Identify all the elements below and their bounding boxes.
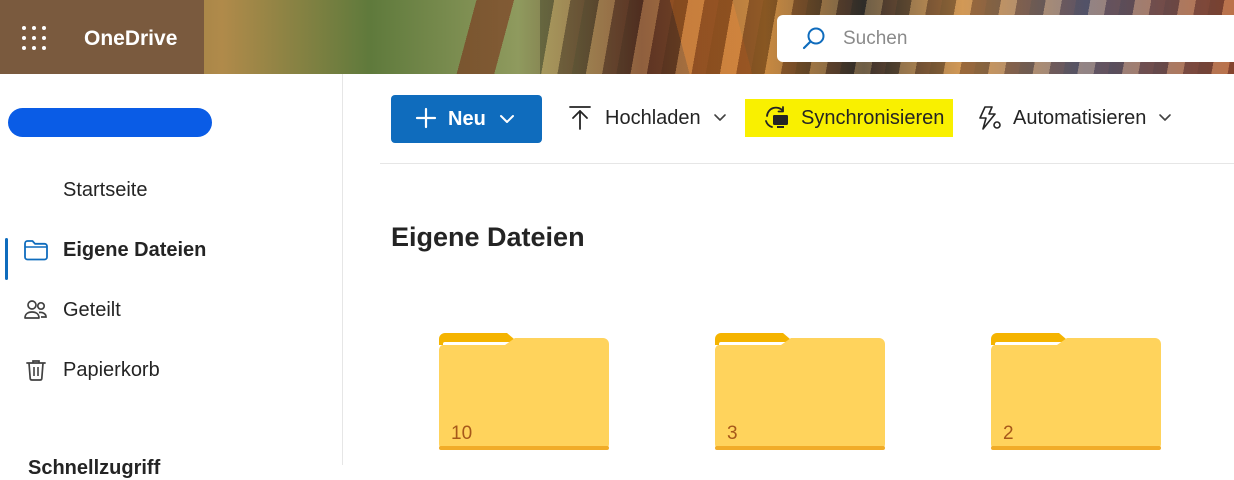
folder-item-count: 10 [451, 423, 473, 444]
command-bar: Neu Hochladen Synchronisieren Automatisi… [380, 74, 1234, 164]
automate-icon [979, 106, 1001, 130]
sidebar-item-label: Startseite [63, 178, 148, 201]
app-header: OneDrive Suchen [0, 0, 1234, 74]
folder-tile[interactable]: 10 [439, 333, 609, 453]
people-icon [24, 300, 47, 319]
search-icon [802, 27, 825, 49]
folder-tile[interactable]: 3 [715, 333, 885, 453]
brand-area: OneDrive [0, 0, 204, 74]
chevron-down-icon [713, 114, 726, 121]
account-pill[interactable] [8, 108, 212, 137]
new-button[interactable]: Neu [391, 95, 542, 143]
sidebar-section-heading: Schnellzugriff [28, 457, 161, 479]
page-title: Eigene Dateien [391, 222, 585, 252]
active-indicator [5, 238, 8, 280]
app-title[interactable]: OneDrive [84, 27, 177, 51]
folder-item-count: 3 [727, 423, 738, 444]
folder-icon [715, 333, 885, 450]
sidebar-item-label: Eigene Dateien [63, 238, 207, 261]
sidebar-item-home[interactable]: Startseite [0, 166, 343, 214]
sync-icon [765, 106, 788, 128]
sidebar: Startseite Eigene Dateien Geteilt Papier… [0, 74, 343, 479]
chevron-down-icon [1159, 114, 1172, 121]
upload-button-label: Hochladen [605, 106, 701, 129]
automate-button[interactable]: Automatisieren [976, 98, 1172, 138]
sync-button-label: Synchronisieren [801, 106, 945, 129]
upload-icon [569, 106, 591, 130]
plus-icon [415, 107, 437, 129]
search-box[interactable]: Suchen [777, 15, 1234, 62]
automate-button-label: Automatisieren [1013, 106, 1147, 129]
trash-icon [26, 360, 46, 381]
sidebar-item-label: Geteilt [63, 298, 121, 321]
folder-item-count: 2 [1003, 423, 1014, 444]
sidebar-item-my-files[interactable]: Eigene Dateien [0, 226, 343, 280]
new-button-label: Neu [448, 107, 486, 130]
sync-button[interactable]: Synchronisieren [745, 99, 954, 137]
folder-icon [991, 333, 1161, 450]
folder-tile[interactable]: 2 [991, 333, 1161, 453]
search-placeholder[interactable]: Suchen [843, 28, 907, 50]
folder-icon [24, 240, 48, 261]
chevron-down-icon [500, 115, 514, 123]
upload-button[interactable]: Hochladen [568, 98, 727, 138]
sidebar-item-recycle-bin[interactable]: Papierkorb [0, 346, 343, 394]
sidebar-item-shared[interactable]: Geteilt [0, 286, 343, 334]
sidebar-item-label: Papierkorb [63, 358, 160, 381]
app-launcher-icon[interactable] [22, 26, 48, 50]
